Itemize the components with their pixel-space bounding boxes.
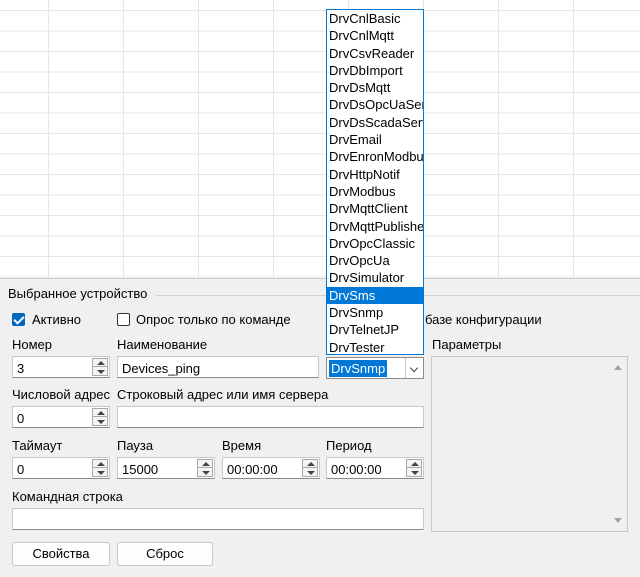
dropdown-item[interactable]: DrvDsMqtt xyxy=(327,79,423,96)
command-line-label: Командная строка xyxy=(12,489,123,504)
spin-down-icon[interactable] xyxy=(197,467,213,477)
period-spinbox[interactable]: 00:00:00 xyxy=(326,457,424,479)
properties-button[interactable]: Свойства xyxy=(12,542,110,566)
string-address-input[interactable] xyxy=(117,406,424,428)
dropdown-item[interactable]: DrvCsvReader xyxy=(327,45,423,62)
driver-combobox[interactable]: DrvSnmp xyxy=(326,357,424,379)
chevron-down-icon[interactable] xyxy=(405,358,423,378)
dropdown-item[interactable]: DrvEmail xyxy=(327,131,423,148)
time-spin-buttons[interactable] xyxy=(302,459,318,477)
numeric-address-label: Числовой адрес xyxy=(12,387,111,402)
dropdown-item[interactable]: DrvTester xyxy=(327,339,423,354)
dropdown-item[interactable]: DrvEnronModbus xyxy=(327,148,423,165)
time-spinbox[interactable]: 00:00:00 xyxy=(222,457,320,479)
active-checkbox[interactable] xyxy=(12,313,25,326)
time-label: Время xyxy=(222,438,262,453)
timeout-spinbox[interactable]: 0 xyxy=(12,457,110,479)
timeout-value: 0 xyxy=(17,462,25,477)
params-scrollbar[interactable] xyxy=(611,359,625,529)
dropdown-item[interactable]: DrvDsScadaServer xyxy=(327,114,423,131)
dropdown-item[interactable]: DrvCnlBasic xyxy=(327,10,423,27)
spin-down-icon[interactable] xyxy=(302,467,318,477)
dropdown-item[interactable]: DrvSimulator xyxy=(327,269,423,286)
number-label: Номер xyxy=(12,337,53,352)
period-value: 00:00:00 xyxy=(331,462,382,477)
period-label: Период xyxy=(326,438,372,453)
params-box[interactable] xyxy=(431,356,628,532)
spin-down-icon[interactable] xyxy=(92,416,108,426)
command-line-input[interactable] xyxy=(12,508,424,530)
dropdown-item[interactable]: DrvTelnetJP xyxy=(327,321,423,338)
numeric-address-value: 0 xyxy=(17,411,25,426)
spin-down-icon[interactable] xyxy=(406,467,422,477)
numeric-address-spinbox[interactable]: 0 xyxy=(12,406,110,428)
dropdown-item[interactable]: DrvMqttPublisher xyxy=(327,218,423,235)
number-spinbox[interactable]: 3 xyxy=(12,356,110,378)
scroll-up-icon[interactable] xyxy=(614,365,622,370)
reset-button[interactable]: Сброс xyxy=(117,542,213,566)
dropdown-item[interactable]: DrvOpcUa xyxy=(327,252,423,269)
active-label: Активно xyxy=(32,312,82,327)
timeout-label: Таймаут xyxy=(12,438,63,453)
driver-selected-value: DrvSnmp xyxy=(329,360,388,377)
dropdown-item[interactable]: DrvSms xyxy=(327,286,423,305)
poll-on-command-checkbox[interactable] xyxy=(117,313,130,326)
name-input[interactable]: Devices_ping xyxy=(117,356,319,378)
dropdown-item[interactable]: DrvHttpNotif xyxy=(327,166,423,183)
period-spin-buttons[interactable] xyxy=(406,459,422,477)
dropdown-item[interactable]: DrvMqttClient xyxy=(327,200,423,217)
spin-down-icon[interactable] xyxy=(92,366,108,376)
driver-dropdown-list[interactable]: DrvCnlBasic DrvCnlMqtt DrvCsvReader DrvDbIm… xyxy=(326,9,424,355)
pause-spin-buttons[interactable] xyxy=(197,459,213,477)
dropdown-item[interactable]: DrvSnmp xyxy=(327,304,423,321)
pause-spinbox[interactable]: 15000 xyxy=(117,457,215,479)
timeout-spin-buttons[interactable] xyxy=(92,459,108,477)
name-label: Наименование xyxy=(117,337,208,352)
config-note-label: базе конфигурации xyxy=(425,312,542,327)
scroll-down-icon[interactable] xyxy=(614,518,622,523)
poll-on-command-label: Опрос только по команде xyxy=(136,312,291,327)
dropdown-item[interactable]: DrvDbImport xyxy=(327,62,423,79)
number-value: 3 xyxy=(17,361,25,376)
spin-down-icon[interactable] xyxy=(92,467,108,477)
string-address-label: Строковый адрес или имя сервера xyxy=(117,387,329,402)
name-value: Devices_ping xyxy=(122,361,201,376)
dropdown-item[interactable]: DrvOpcClassic xyxy=(327,235,423,252)
pause-label: Пауза xyxy=(117,438,154,453)
dropdown-item[interactable]: DrvModbus xyxy=(327,183,423,200)
number-spin-buttons[interactable] xyxy=(92,358,108,376)
params-label: Параметры xyxy=(432,337,502,352)
dropdown-item[interactable]: DrvDsOpcUaServer xyxy=(327,96,423,113)
pause-value: 15000 xyxy=(122,462,159,477)
devices-grid[interactable] xyxy=(0,0,640,279)
group-title: Выбранное устройство xyxy=(8,286,148,301)
numeric-address-spin-buttons[interactable] xyxy=(92,408,108,426)
dropdown-item[interactable]: DrvCnlMqtt xyxy=(327,27,423,44)
time-value: 00:00:00 xyxy=(227,462,278,477)
